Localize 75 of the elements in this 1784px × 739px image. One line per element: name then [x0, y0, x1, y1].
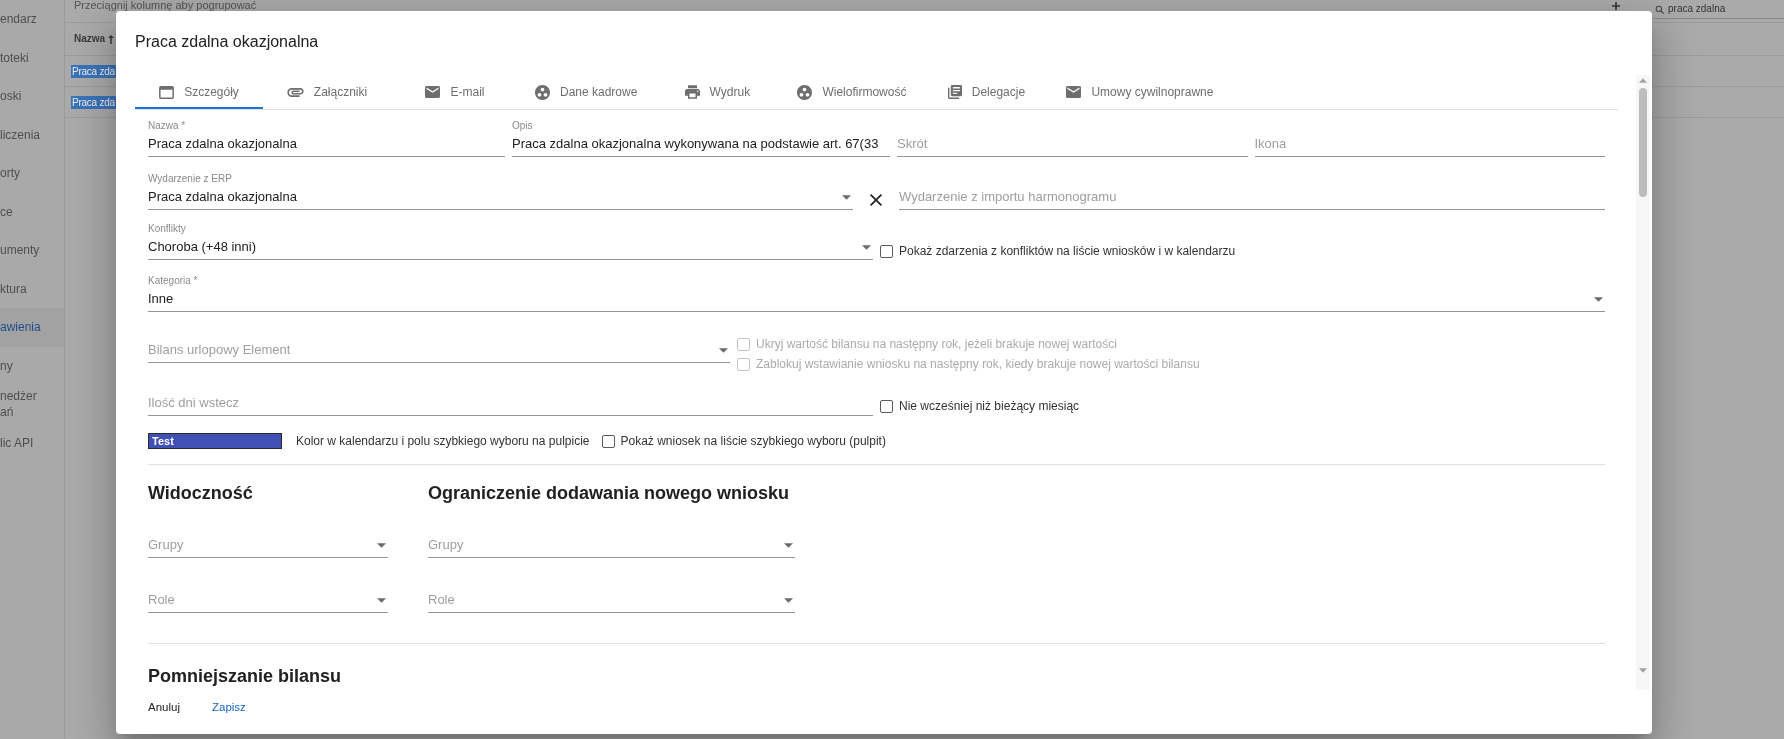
window-icon [159, 85, 175, 99]
checkbox-label: Ukryj wartość bilansu na następny rok, jeżeli brakuje nowej wartości [756, 336, 1117, 352]
checkbox-label: Nie wcześniej niż bieżący miesiąc [899, 398, 1080, 414]
checkbox[interactable] [880, 399, 893, 413]
caret-icon[interactable] [862, 244, 871, 250]
save-button[interactable]: Zapisz [203, 698, 254, 716]
sidebar-item[interactable]: lic API [0, 423, 64, 462]
schedule-import-field[interactable]: Wydarzenie z importu harmonogramu [899, 173, 1605, 210]
circle-dots-icon [535, 84, 550, 100]
caret-icon[interactable] [784, 542, 793, 548]
scrollbar-thumb[interactable] [1639, 88, 1647, 197]
envelope-icon [1066, 86, 1082, 98]
caret-icon[interactable] [719, 347, 728, 353]
printer-icon [684, 85, 700, 99]
caret-icon[interactable] [377, 542, 386, 548]
description-field[interactable]: Opis Praca zdalna okazjonalna wykonywana na podstawie art. 67(33 [512, 120, 890, 157]
sidebar-item[interactable]: umenty [0, 231, 64, 270]
table-cell: Praca zda [71, 95, 116, 109]
groups-select[interactable]: Grupy [428, 521, 795, 558]
erp-event-select[interactable]: Wydarzenie z ERP Praca zdalna okazjonalna [148, 173, 853, 210]
cancel-button[interactable]: Anuluj [140, 698, 188, 716]
sidebar-item[interactable]: oski [0, 77, 64, 116]
caret-icon[interactable] [1594, 296, 1603, 302]
tab[interactable]: Szczegóły [135, 75, 263, 109]
tab[interactable]: Dane kadrowe [519, 75, 654, 109]
tab[interactable]: Załączniki [263, 75, 391, 109]
caret-icon[interactable] [842, 194, 851, 200]
abbreviation-field[interactable]: Skrót [897, 120, 1248, 157]
document-stack-icon [947, 85, 962, 99]
sidebar-item[interactable]: awienia [0, 308, 64, 347]
search-field[interactable]: praca zdalna [1653, 0, 1784, 19]
sidebar-item[interactable]: ny [0, 346, 64, 385]
checkbox-label: Pokaż zdarzenia z konfliktów na liście wniosków i w kalendarzu [899, 243, 1236, 259]
checkbox[interactable] [601, 434, 615, 448]
section-heading: Ograniczenie dodawania nowego wniosku [428, 482, 791, 505]
section-heading: Widoczność [148, 482, 254, 505]
color-picker[interactable]: Test [148, 433, 282, 449]
icon-name-field[interactable]: Ikona [1254, 120, 1605, 157]
leave-balance-select[interactable]: Bilans urlopowy Element [148, 326, 730, 363]
sidebar-item[interactable]: ktura [0, 269, 64, 308]
roles-select[interactable]: Role [428, 576, 795, 613]
sidebar-item[interactable]: liczenia [0, 115, 64, 154]
checkbox-label: Zablokuj wstawianie wniosku na następny rok, kiedy brakuje nowej wartości bilansu [756, 356, 1200, 372]
color-picker-label: Kolor w kalendarzu i polu szybkiego wyboru na pulpicie [296, 433, 590, 449]
sidebar-item[interactable]: nedżer ań [0, 385, 64, 424]
tab[interactable]: E-mail [391, 75, 519, 109]
table-cell: Praca zda [71, 64, 116, 78]
section-heading: Pomniejszanie bilansu [148, 665, 342, 688]
tab[interactable]: Umowy cywilnoprawne [1050, 75, 1230, 109]
envelope-icon [425, 86, 441, 98]
days-back-field[interactable]: Ilość dni wstecz [148, 379, 873, 416]
checkbox[interactable] [880, 244, 893, 258]
tab[interactable]: Wydruk [653, 75, 782, 109]
circle-dots-icon [797, 84, 813, 100]
plus-icon[interactable] [1612, 2, 1620, 10]
close-icon[interactable] [870, 194, 882, 206]
groups-select[interactable]: Grupy [148, 521, 388, 558]
tab[interactable]: Delegacje [922, 75, 1051, 109]
category-select[interactable]: Kategoria * Inne [148, 275, 1605, 312]
conflicts-select[interactable]: Konflikty Choroba (+48 inni) [148, 223, 873, 260]
name-field[interactable]: Nazwa * Praca zdalna okazjonalna [148, 120, 505, 157]
checkbox-label: Pokaż wniosek na liście szybkiego wyboru (pulpit) [620, 433, 886, 449]
dialog-title: Praca zdalna okazjonalna [135, 32, 319, 52]
column-header[interactable]: Nazwa [74, 33, 106, 45]
group-hint: Przeciągnij kolumnę aby pogrupować [74, 0, 257, 11]
sidebar-item[interactable]: endarz [0, 0, 64, 39]
tab[interactable]: Wielofirmowość [781, 75, 923, 109]
sidebar-item[interactable]: toteki [0, 38, 64, 77]
paperclip-icon [286, 87, 304, 97]
sidebar-item[interactable]: orty [0, 154, 64, 193]
sidebar-item[interactable]: ce [0, 192, 64, 231]
caret-icon[interactable] [784, 597, 793, 603]
caret-icon[interactable] [377, 597, 386, 603]
roles-select[interactable]: Role [148, 576, 388, 613]
search-icon [1655, 4, 1664, 14]
